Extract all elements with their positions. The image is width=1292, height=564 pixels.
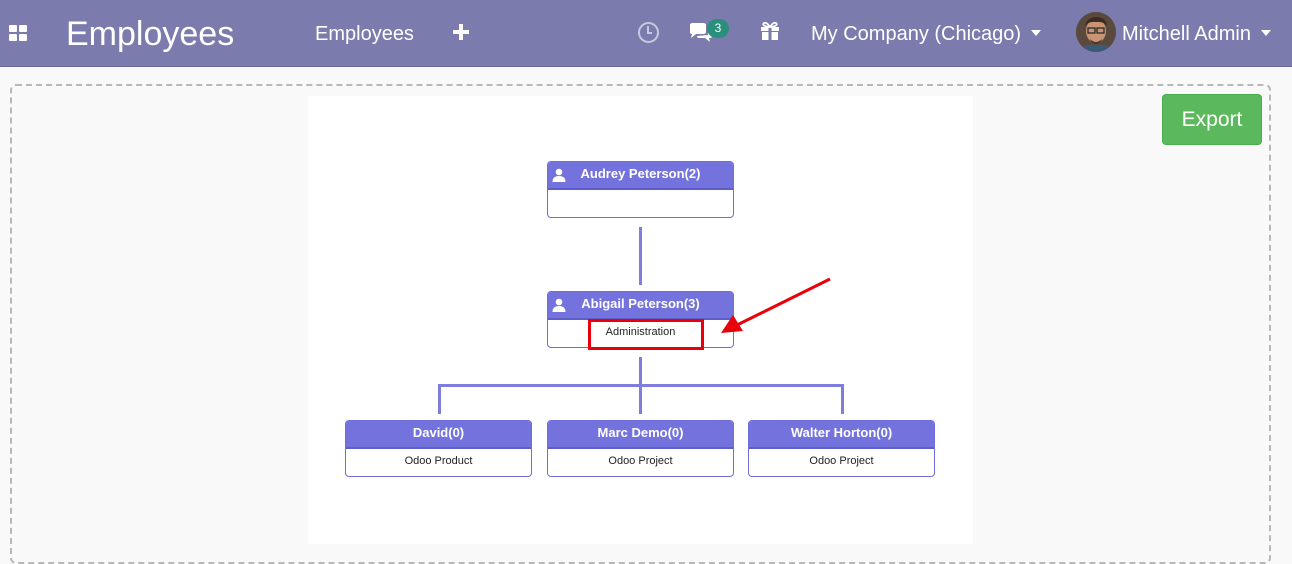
connector-manager-down bbox=[639, 357, 642, 387]
node-name: Marc Demo(0) bbox=[597, 425, 684, 440]
node-name: David(0) bbox=[412, 425, 465, 440]
user-icon bbox=[552, 168, 566, 182]
app-title[interactable]: Employees bbox=[66, 14, 234, 54]
annotation-arrow-icon bbox=[721, 277, 831, 333]
node-name: Walter Horton(0) bbox=[790, 425, 893, 440]
menu-employees[interactable]: Employees bbox=[315, 22, 414, 46]
node-header: Marc Demo(0) bbox=[548, 421, 733, 449]
export-button[interactable]: Export bbox=[1162, 94, 1262, 145]
node-department: Odoo Product bbox=[404, 455, 473, 467]
connector-child-1 bbox=[438, 384, 441, 414]
gift-icon[interactable] bbox=[760, 21, 780, 41]
annotation-highlight-box bbox=[588, 319, 704, 350]
org-node-root[interactable]: Audrey Peterson(2) bbox=[547, 161, 734, 218]
company-name: My Company (Chicago) bbox=[811, 23, 1022, 45]
caret-down-icon bbox=[1260, 29, 1271, 36]
company-switcher[interactable]: My Company (Chicago) bbox=[811, 22, 1042, 46]
user-icon bbox=[552, 298, 566, 312]
node-department: Odoo Project bbox=[809, 455, 874, 467]
apps-menu-icon[interactable] bbox=[9, 25, 27, 41]
top-navbar: Employees Employees 3 My Company (Chicag… bbox=[0, 0, 1292, 67]
org-node-child[interactable]: Walter Horton(0) Odoo Project bbox=[748, 420, 935, 477]
connector-root-manager bbox=[639, 227, 642, 285]
org-node-child[interactable]: David(0) Odoo Product bbox=[345, 420, 532, 477]
connector-child-2 bbox=[639, 384, 642, 414]
org-node-child[interactable]: Marc Demo(0) Odoo Project bbox=[547, 420, 734, 477]
connector-child-3 bbox=[841, 384, 844, 414]
chat-count-badge: 3 bbox=[707, 19, 729, 38]
node-header: Audrey Peterson(2) bbox=[548, 162, 733, 190]
node-header: Walter Horton(0) bbox=[749, 421, 934, 449]
node-header: Abigail Peterson(3) bbox=[548, 292, 733, 320]
user-avatar[interactable] bbox=[1076, 12, 1116, 52]
node-name: Abigail Peterson(3) bbox=[581, 296, 700, 311]
activity-clock-icon[interactable] bbox=[638, 22, 659, 43]
caret-down-icon bbox=[1031, 29, 1042, 36]
node-department: Odoo Project bbox=[608, 455, 673, 467]
user-name: Mitchell Admin bbox=[1122, 23, 1251, 45]
node-name: Audrey Peterson(2) bbox=[580, 166, 701, 181]
node-header: David(0) bbox=[346, 421, 531, 449]
user-menu[interactable]: Mitchell Admin bbox=[1122, 22, 1271, 46]
plus-icon[interactable] bbox=[453, 24, 469, 40]
node-department bbox=[548, 190, 733, 217]
